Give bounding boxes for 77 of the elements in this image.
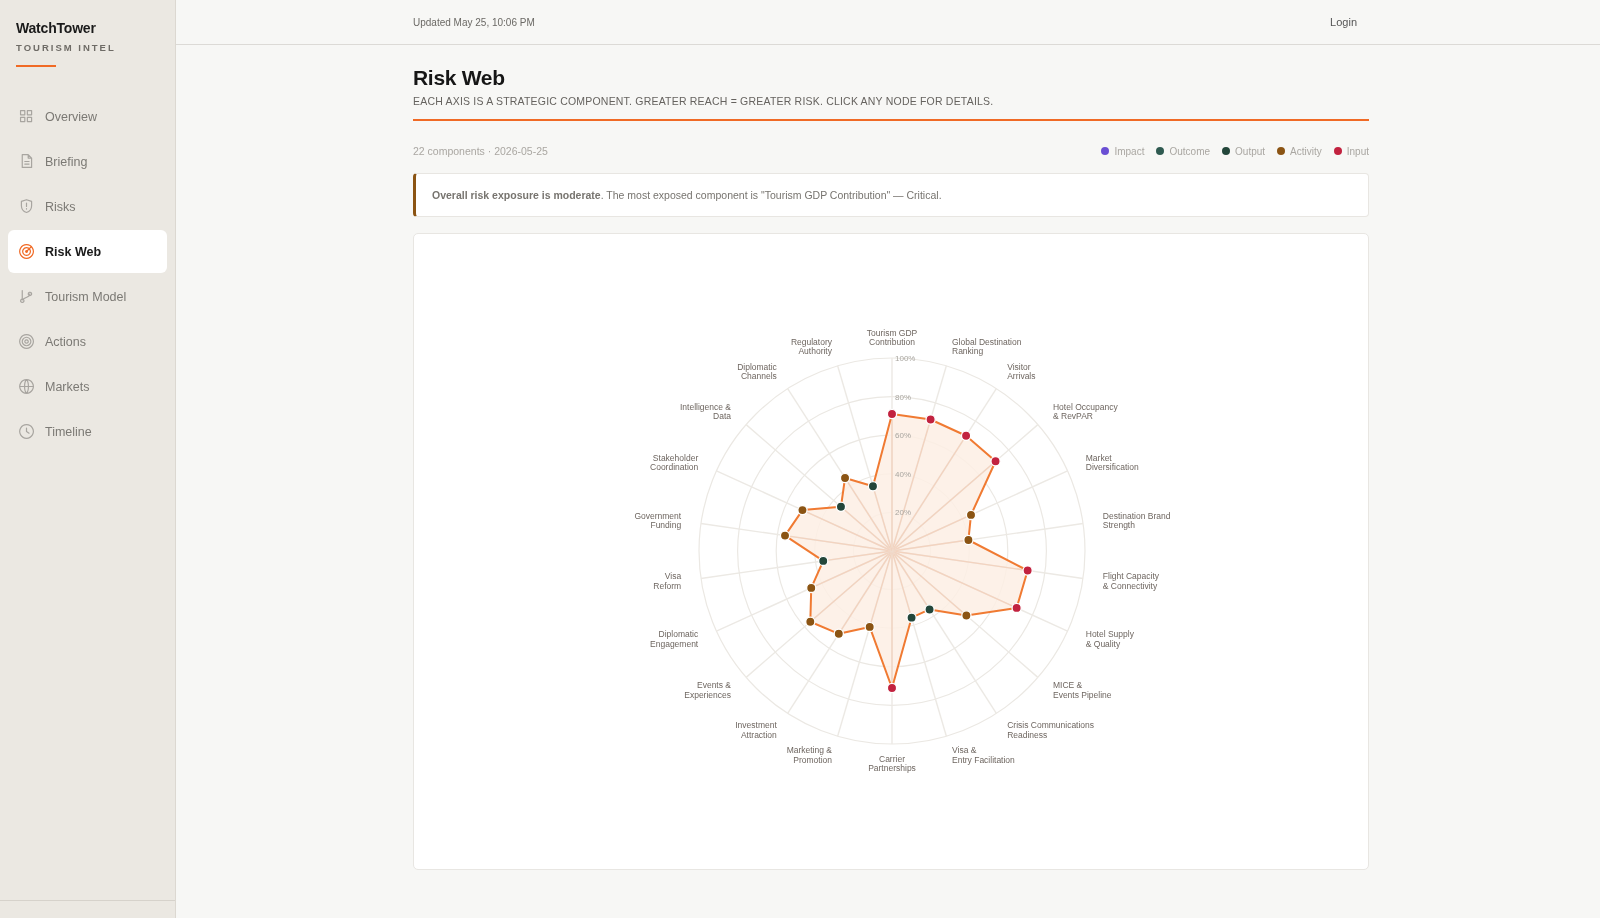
brand-name: WatchTower [16, 20, 97, 36]
grid-icon [18, 108, 35, 125]
risk-node[interactable] [990, 456, 1001, 467]
axis-label: Events & Experiences [684, 681, 731, 700]
axis-label: Hotel Occupancy & RevPAR [1052, 402, 1118, 421]
ring-label: 40% [895, 469, 911, 479]
risk-node[interactable] [886, 408, 898, 420]
axis-label: Flight Capacity & Connectivity [1102, 571, 1160, 591]
brand-tagline: TOURISM INTEL [16, 42, 117, 53]
ring-label: 80% [895, 392, 911, 402]
login-link[interactable]: Login [1330, 16, 1357, 28]
risk-node[interactable] [961, 610, 972, 621]
ring-label: 100% [895, 354, 916, 363]
sidebar-item[interactable]: Briefing [8, 140, 167, 183]
shield-icon [18, 198, 35, 215]
page-title: Risk Web [413, 66, 506, 90]
axis-label: Diplomatic Engagement [650, 630, 699, 649]
legend-label: Activity [1290, 145, 1322, 157]
axis-label: Government Funding [634, 511, 682, 530]
axis-label: Visitor Arrivals [1007, 362, 1036, 382]
risk-node[interactable] [925, 414, 936, 425]
axis-label: Intelligence & Data [679, 402, 731, 421]
sidebar-item[interactable]: Risks [8, 185, 167, 228]
axis-label: Visa & Entry Facilitation [952, 746, 1015, 765]
ring-label: 20% [895, 508, 911, 518]
risk-node[interactable] [864, 621, 875, 633]
risk-node[interactable] [963, 534, 974, 546]
risk-node[interactable] [833, 628, 845, 640]
axis-label: Diplomatic Channels [737, 362, 777, 382]
page-subtitle: EACH AXIS IS A STRATEGIC COMPONENT. GREATER REACH = GREATER RISK. CLICK ANY NODE FOR DETAILS. [413, 95, 995, 107]
risk-node[interactable] [965, 509, 977, 521]
axis-label: MICE & Events Pipeline [1052, 681, 1112, 700]
branch-icon [18, 288, 35, 305]
legend-label: Outcome [1169, 145, 1211, 157]
sidebar-item[interactable]: Risk Web [8, 230, 167, 273]
sidebar-item[interactable]: Actions [8, 320, 167, 363]
risk-node[interactable] [797, 504, 808, 516]
risk-node[interactable] [779, 530, 791, 541]
risk-node[interactable] [924, 604, 935, 615]
sidebar-item[interactable]: Timeline [8, 410, 167, 453]
axis-label: Investment Attraction [735, 720, 777, 740]
risk-node[interactable] [805, 616, 816, 628]
clock-icon [18, 423, 35, 440]
axis-label: Regulatory Authority [790, 337, 832, 356]
risk-node[interactable] [1022, 565, 1033, 576]
legend-label: Impact [1114, 145, 1145, 157]
axis-label: Global Destination Ranking [952, 337, 1022, 356]
sidebar-item[interactable]: Overview [8, 95, 167, 138]
ring-label: 60% [895, 431, 911, 441]
risk-node[interactable] [806, 582, 817, 594]
component-count: 22 components · 2026-05-25 [413, 145, 548, 157]
risk-node[interactable] [839, 472, 851, 484]
axis-label: Market Diversification [1085, 453, 1139, 472]
axis-label: Stakeholder Coordination [650, 453, 699, 472]
risk-node[interactable] [906, 612, 917, 623]
axis-label: Carrier Partnerships [868, 754, 916, 774]
sidebar-item[interactable]: Markets [8, 365, 167, 408]
axis-label: Visa Reform [653, 571, 682, 591]
summary-alert: Overall risk exposure is moderate. The most exposed component is "Tourism GDP Contribution" — Critical. [413, 173, 1369, 217]
target-icon [18, 333, 35, 350]
legend-label: Input [1346, 145, 1369, 157]
axis-label: Crisis Communications Readiness [1007, 720, 1095, 740]
sidebar-item[interactable]: Tourism Model [8, 275, 167, 318]
risk-node[interactable] [960, 430, 972, 441]
axis-label: Destination Brand Strength [1102, 511, 1171, 530]
axis-label: Tourism GDP Contribution [866, 328, 918, 348]
risk-node[interactable] [886, 682, 898, 694]
legend-label: Output [1235, 145, 1266, 157]
axis-label: Hotel Supply & Quality [1085, 630, 1134, 649]
radar-icon [18, 243, 35, 260]
risk-node[interactable] [835, 501, 847, 512]
globe-icon [18, 378, 35, 395]
axis-label: Marketing & Promotion [786, 746, 832, 765]
risk-node[interactable] [1011, 602, 1022, 614]
risk-node[interactable] [818, 555, 829, 567]
risk-node[interactable] [867, 480, 879, 492]
updated-timestamp: Updated May 25, 10:06 PM [413, 16, 535, 28]
